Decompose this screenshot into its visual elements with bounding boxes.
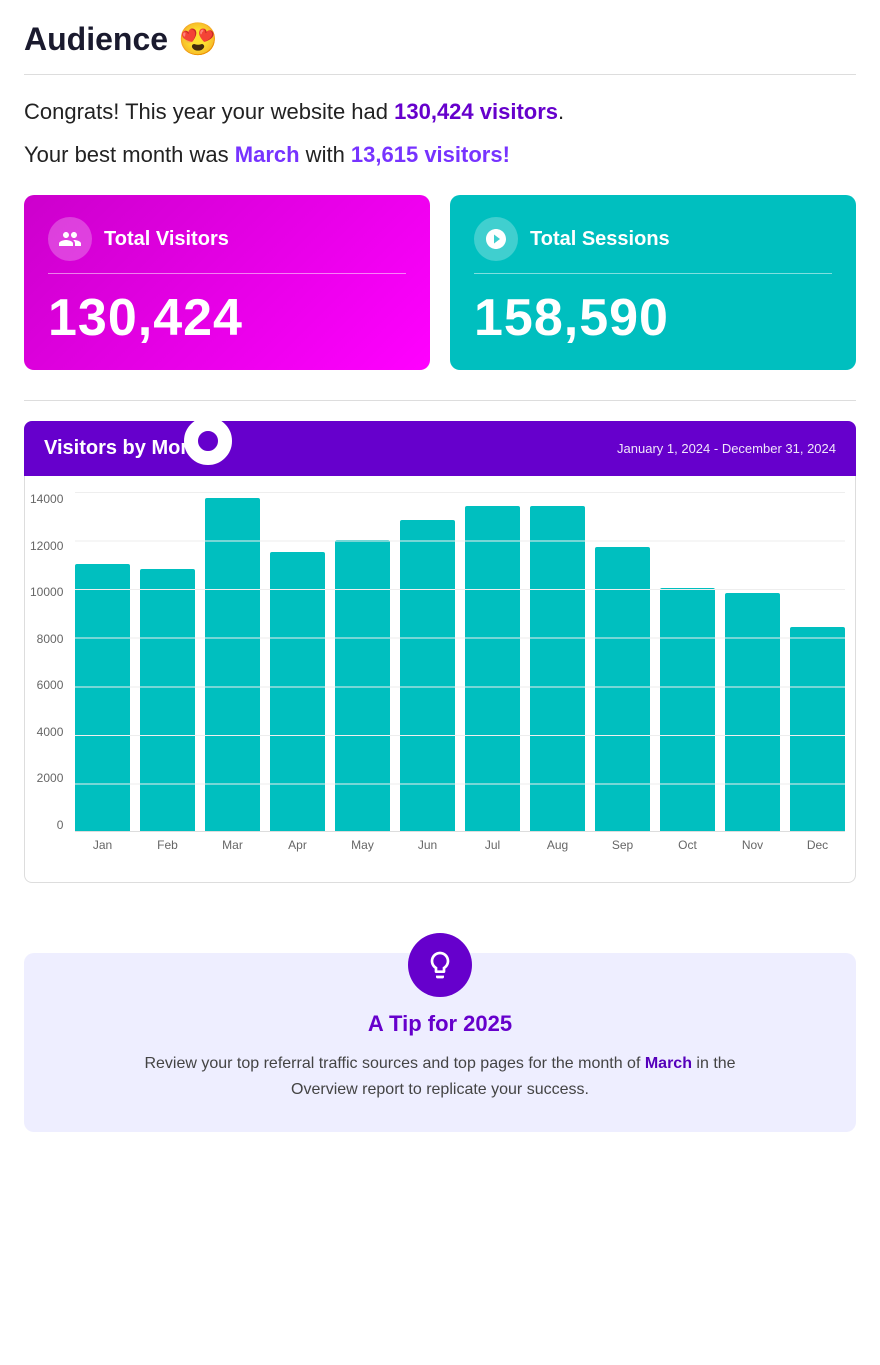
x-axis-label: Jan: [75, 838, 130, 852]
stats-cards: Total Visitors 130,424 Total Sessions 15…: [24, 195, 856, 370]
bar-col: [205, 498, 260, 831]
bar-col: [140, 569, 195, 831]
y-axis-label: 2000: [37, 771, 64, 785]
y-axis: 14000 12000 10000 8000 6000 4000 2000 0: [30, 492, 63, 832]
bar: [140, 569, 195, 831]
sessions-label: Total Sessions: [530, 228, 670, 251]
x-axis-label: Jul: [465, 838, 520, 852]
x-axis-label: Aug: [530, 838, 585, 852]
visitors-card-header: Total Visitors: [48, 217, 406, 261]
bar: [75, 564, 130, 831]
tip-march: March: [645, 1055, 692, 1072]
bar: [530, 506, 585, 831]
chart-header: Visitors by Month January 1, 2024 - Dece…: [24, 421, 856, 476]
chart-container: Visitors by Month January 1, 2024 - Dece…: [24, 421, 856, 883]
congrats-line2: Your best month was March with 13,615 vi…: [24, 138, 856, 171]
chart-body: 14000 12000 10000 8000 6000 4000 2000 0 Jan Feb M…: [24, 476, 856, 883]
sessions-divider: [474, 273, 832, 274]
section-divider: [24, 400, 856, 401]
congrats-section: Congrats! This year your website had 130…: [24, 95, 856, 171]
tip-title: A Tip for 2025: [368, 1011, 512, 1037]
congrats-line1: Congrats! This year your website had 130…: [24, 95, 856, 128]
bar: [205, 498, 260, 831]
bar-col: [335, 540, 390, 831]
congrats-prefix: Congrats! This year your website had: [24, 99, 394, 124]
tip-icon: [408, 933, 472, 997]
x-axis-label: May: [335, 838, 390, 852]
y-axis-label: 10000: [30, 585, 63, 599]
chart-radio-icon: [184, 417, 232, 465]
tip-text: Review your top referral traffic sources…: [140, 1051, 740, 1102]
bar: [790, 627, 845, 831]
sessions-icon: [474, 217, 518, 261]
y-axis-label: 8000: [37, 632, 64, 646]
sessions-card-header: Total Sessions: [474, 217, 832, 261]
chart-radio-inner: [198, 431, 218, 451]
chart-area: 14000120001000080006000400020000 JanFebM…: [75, 492, 845, 872]
congrats-suffix: .: [558, 99, 564, 124]
chart-title-group: Visitors by Month: [44, 437, 211, 460]
y-axis-label: 4000: [37, 725, 64, 739]
bar: [660, 588, 715, 831]
visitors-card: Total Visitors 130,424: [24, 195, 430, 370]
visitors-value: 130,424: [48, 288, 406, 348]
best-month-visitors: 13,615 visitors!: [351, 142, 510, 167]
best-month-prefix: Your best month was: [24, 142, 235, 167]
page-title-text: Audience: [24, 21, 168, 58]
x-axis-label: Nov: [725, 838, 780, 852]
bar-col: [400, 520, 455, 831]
page-title-emoji: 😍: [178, 20, 218, 58]
bar-col: [725, 593, 780, 831]
x-axis-label: Jun: [400, 838, 455, 852]
visitors-icon: [48, 217, 92, 261]
bar: [725, 593, 780, 831]
bar-col: [790, 627, 845, 831]
x-axis-label: Feb: [140, 838, 195, 852]
y-axis-label: 14000: [30, 492, 63, 506]
x-labels: Jan Feb Mar Apr May Jun Jul Aug Sep Oct Nov Dec: [75, 838, 845, 852]
chart-date-range: January 1, 2024 - December 31, 2024: [617, 441, 836, 456]
bar-col: [530, 506, 585, 831]
visitors-label: Total Visitors: [104, 228, 229, 251]
bar: [400, 520, 455, 831]
bar-col: [75, 564, 130, 831]
page-title: Audience 😍: [24, 20, 856, 58]
bar: [595, 547, 650, 831]
best-month-name: March: [235, 142, 300, 167]
x-axis-label: Apr: [270, 838, 325, 852]
y-axis-label: 6000: [37, 678, 64, 692]
x-axis-label: Sep: [595, 838, 650, 852]
tip-section: A Tip for 2025 Review your top referral …: [24, 953, 856, 1132]
bar-col: [660, 588, 715, 831]
x-axis-label: Dec: [790, 838, 845, 852]
bar: [270, 552, 325, 831]
best-month-middle: with: [300, 142, 351, 167]
x-axis-label: Mar: [205, 838, 260, 852]
visitors-divider: [48, 273, 406, 274]
title-divider: [24, 74, 856, 75]
bar: [335, 540, 390, 831]
sessions-value: 158,590: [474, 288, 832, 348]
x-axis-label: Oct: [660, 838, 715, 852]
tip-outer: A Tip for 2025 Review your top referral …: [24, 913, 856, 1132]
sessions-card: Total Sessions 158,590: [450, 195, 856, 370]
bar-col: [465, 506, 520, 831]
bar-col: [270, 552, 325, 831]
bar-col: [595, 547, 650, 831]
bar: [465, 506, 520, 831]
congrats-visitors: 130,424 visitors: [394, 99, 558, 124]
y-axis-label: 12000: [30, 539, 63, 553]
bars-wrapper: [75, 492, 845, 832]
tip-prefix: Review your top referral traffic sources…: [144, 1055, 644, 1072]
y-axis-label: 0: [57, 818, 64, 832]
